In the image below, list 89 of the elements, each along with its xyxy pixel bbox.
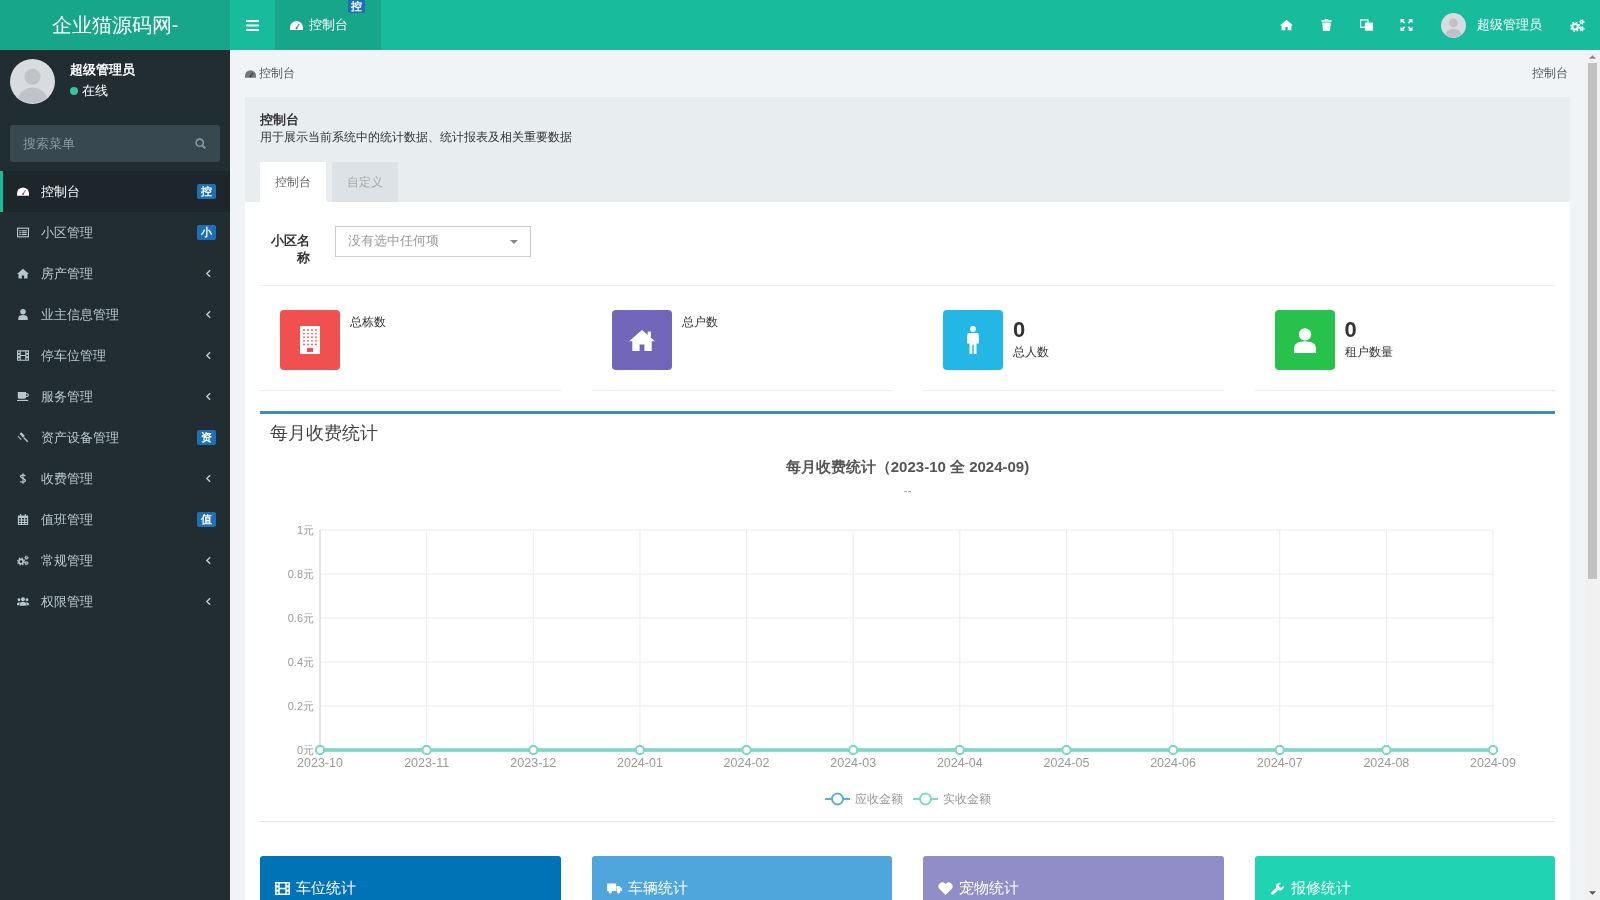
panel-description: 用于展示当前系统中的统计数据、统计报表及相关重要数据 — [260, 129, 573, 146]
stat-label: 总人数 — [1013, 344, 1049, 361]
dashboard-icon — [290, 20, 303, 30]
dashboard-icon — [17, 186, 29, 197]
menu-badge: 控 — [197, 184, 216, 199]
search-icon — [195, 138, 206, 149]
y-axis-label: 0.6元 — [287, 612, 314, 624]
chart-title: 每月收费统计（2023-10 全 2024-09) — [784, 457, 1031, 477]
stat-value: 0 — [1344, 316, 1358, 343]
sidebar-item[interactable]: 控制台 控 — [0, 171, 230, 212]
user-icon — [17, 309, 29, 320]
x-axis-label: 2024-05 — [1043, 756, 1090, 770]
avatar-icon — [1441, 12, 1466, 38]
film-icon — [17, 350, 29, 361]
gavel-icon — [17, 432, 29, 443]
y-axis-label: 0.8元 — [287, 568, 314, 580]
x-axis-label: 2024-02 — [723, 756, 770, 770]
card-title: 宠物统计 — [959, 878, 1019, 898]
stat-label: 租户数量 — [1344, 344, 1393, 361]
scrollbar[interactable] — [1585, 50, 1600, 900]
calendar-icon — [17, 514, 29, 525]
x-axis-label: 2024-08 — [1363, 756, 1410, 770]
film-icon — [275, 881, 290, 895]
x-axis-label: 2024-06 — [1150, 756, 1197, 770]
x-axis-label: 2023-10 — [297, 756, 343, 770]
x-axis-label: 2024-01 — [616, 756, 663, 770]
user-name: 超级管理员 — [70, 61, 135, 79]
arrow-down-icon — [1589, 891, 1596, 895]
avatar-icon — [10, 59, 55, 104]
breadcrumb-current: 控制台 — [1532, 65, 1569, 82]
x-axis-label: 2024-07 — [1256, 756, 1303, 770]
panel-title: 控制台 — [260, 112, 300, 129]
field-label: 小区名称 — [270, 232, 310, 266]
home-icon — [17, 268, 29, 279]
stat-value: 0 — [1013, 316, 1027, 343]
sidebar-item[interactable]: 小区管理 小 — [0, 212, 230, 253]
wrench-icon — [1269, 881, 1285, 895]
box-title: 每月收费统计 — [269, 422, 379, 445]
user-status: 在线 — [82, 83, 108, 100]
card-title: 车位统计 — [296, 878, 356, 898]
menu-badge: 资 — [197, 430, 216, 445]
sidebar-item[interactable]: 房产管理 — [0, 253, 230, 294]
y-axis-label: 0.4元 — [287, 656, 314, 668]
sidebar-item[interactable]: 常规管理 — [0, 540, 230, 581]
online-status-icon — [70, 87, 78, 95]
users-icon — [17, 596, 29, 607]
home-icon — [1279, 19, 1293, 31]
trash-icon — [1319, 19, 1333, 31]
truck-icon — [606, 881, 622, 895]
heart-icon — [938, 881, 953, 895]
stat-label: 总户数 — [681, 314, 718, 331]
card-title: 车辆统计 — [627, 878, 688, 898]
menu-badge: 值 — [197, 512, 216, 527]
x-axis-label: 2023-11 — [404, 756, 450, 770]
list-icon — [17, 227, 29, 238]
x-axis-label: 2023-12 — [510, 756, 557, 770]
dollar-icon — [17, 473, 29, 484]
sidebar-item[interactable]: 服务管理 — [0, 376, 230, 417]
nav-tab[interactable]: 控制台 控 — [275, 0, 381, 50]
y-axis-label: 0元 — [296, 744, 314, 756]
menu-badge: 小 — [197, 225, 216, 240]
language-icon — [1359, 19, 1373, 31]
sidebar-item[interactable]: 资产设备管理 资 — [0, 417, 230, 458]
sidebar-item[interactable]: 收费管理 — [0, 458, 230, 499]
tab-badge: 控 — [348, 0, 365, 13]
arrow-up-icon — [1589, 55, 1596, 59]
expand-icon — [1399, 19, 1413, 31]
x-axis-label: 2024-04 — [936, 756, 983, 770]
card-title: 报修统计 — [1290, 878, 1351, 898]
breadcrumb-link[interactable]: 控制台 — [245, 65, 295, 82]
sidebar-item[interactable]: 值班管理 值 — [0, 499, 230, 540]
chart-subtitle: -- — [902, 483, 913, 499]
scrollbar-thumb[interactable] — [1588, 63, 1597, 579]
tab[interactable]: 控制台 — [260, 162, 326, 202]
sidebar-item[interactable]: 业主信息管理 — [0, 294, 230, 335]
sidebar-item[interactable]: 权限管理 — [0, 581, 230, 622]
gears-icon — [1570, 18, 1585, 32]
x-axis-label: 2024-03 — [830, 756, 877, 770]
search-field[interactable]: 搜索菜单 — [10, 125, 220, 162]
menu-icon — [246, 19, 259, 31]
sidebar-item[interactable]: 停车位管理 — [0, 335, 230, 376]
x-axis-label: 2024-09 — [1470, 756, 1516, 770]
dashboard-icon — [245, 69, 256, 78]
caret-icon — [510, 239, 518, 244]
cup-icon — [17, 391, 29, 402]
stat-label: 总栋数 — [350, 314, 386, 331]
y-axis-label: 1元 — [296, 524, 314, 536]
gears-icon — [17, 555, 29, 566]
y-axis-label: 0.2元 — [287, 700, 314, 712]
